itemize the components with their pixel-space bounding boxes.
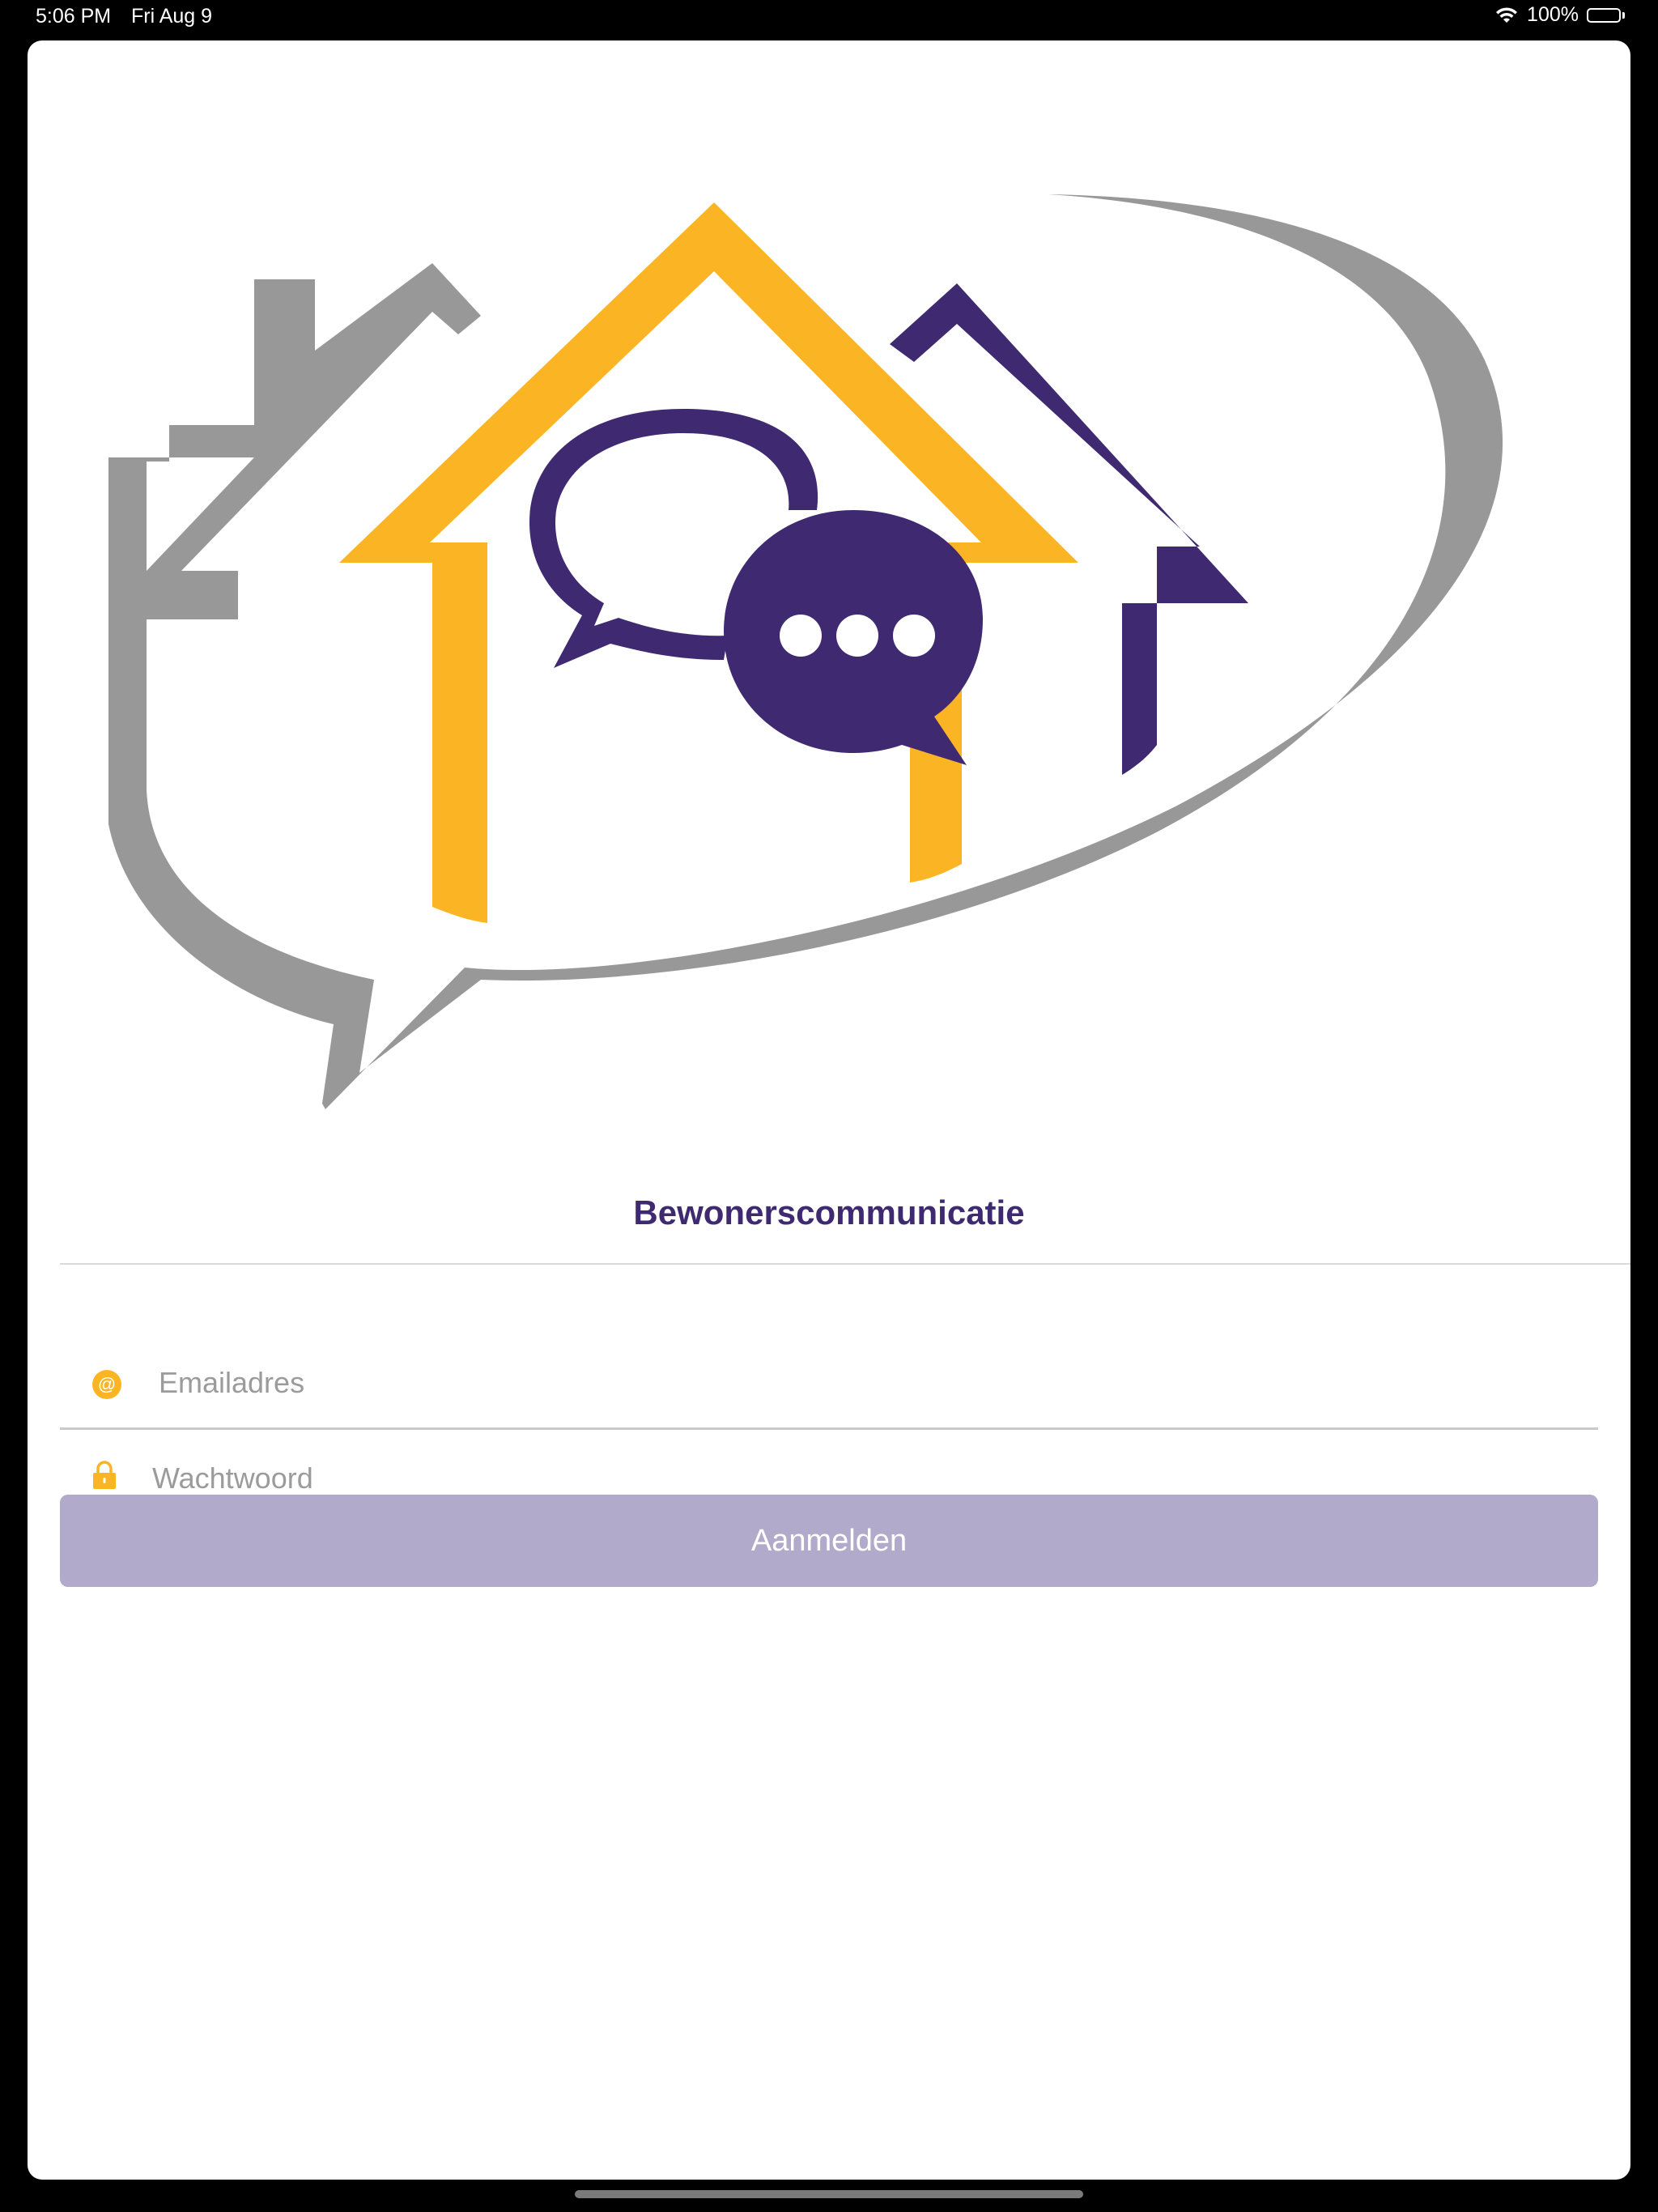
home-indicator[interactable] bbox=[575, 2190, 1083, 2198]
login-button[interactable]: Aanmelden bbox=[60, 1495, 1598, 1587]
title-divider bbox=[60, 1263, 1630, 1265]
status-bar: 5:06 PM Fri Aug 9 100% bbox=[0, 0, 1658, 37]
login-sheet: Bewonerscommunicatie @ Aanmelden bbox=[28, 40, 1630, 2180]
email-input[interactable] bbox=[157, 1354, 1585, 1412]
battery-percent: 100% bbox=[1527, 3, 1579, 26]
chat-dot-3 bbox=[893, 615, 935, 657]
lock-icon bbox=[92, 1461, 117, 1494]
chat-dot-1 bbox=[780, 615, 822, 657]
at-sign-icon: @ bbox=[92, 1370, 121, 1403]
status-date: Fri Aug 9 bbox=[131, 5, 213, 28]
email-field[interactable]: @ bbox=[60, 1338, 1598, 1430]
house-chat-logo bbox=[108, 194, 1503, 1109]
status-indicators: 100% bbox=[1494, 3, 1626, 27]
status-time: 5:06 PM bbox=[36, 5, 112, 28]
app-title: Bewonerscommunicatie bbox=[633, 1193, 1025, 1231]
svg-text:@: @ bbox=[98, 1374, 116, 1394]
chat-dot-2 bbox=[836, 615, 878, 657]
logo-gray-roof bbox=[108, 263, 481, 619]
wifi-icon bbox=[1494, 6, 1519, 25]
battery-icon bbox=[1587, 7, 1626, 23]
